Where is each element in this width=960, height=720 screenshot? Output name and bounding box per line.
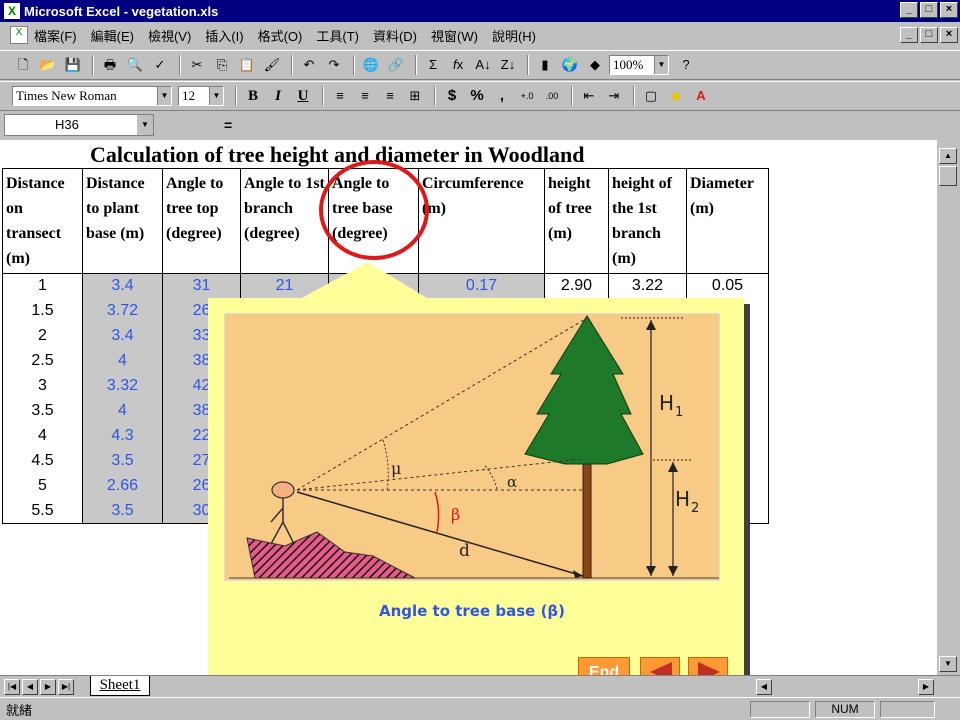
status-panel bbox=[750, 701, 810, 718]
h1-subscript: 1 bbox=[675, 405, 683, 420]
hill-shape bbox=[246, 531, 416, 579]
person-arm bbox=[270, 507, 284, 523]
scroll-right-icon[interactable]: ▶ bbox=[918, 679, 934, 695]
prev-sheet-icon[interactable]: ◀ bbox=[22, 679, 38, 695]
h2-subscript: 2 bbox=[691, 501, 699, 516]
tab-sheet1[interactable]: Sheet1 bbox=[90, 676, 150, 696]
last-sheet-icon[interactable]: ▶| bbox=[58, 679, 74, 695]
line-to-branch bbox=[296, 458, 582, 491]
person-head bbox=[271, 481, 295, 499]
scroll-left-icon[interactable]: ◀ bbox=[756, 679, 772, 695]
next-sheet-icon[interactable]: ▶ bbox=[40, 679, 56, 695]
person-leg bbox=[270, 521, 284, 545]
person-leg bbox=[282, 521, 294, 543]
h2-arrow-bottom bbox=[668, 566, 678, 576]
diagram-svg: μ α β d H 1 H 2 bbox=[229, 315, 719, 579]
callout-caption: Angle to tree base (β) bbox=[378, 602, 566, 620]
status-ready: 就緒 bbox=[6, 702, 33, 718]
h2-label: H bbox=[675, 487, 690, 511]
alpha-arc bbox=[484, 465, 498, 491]
h1-label: H bbox=[659, 391, 674, 415]
h1-arrow-bottom bbox=[646, 566, 656, 576]
mu-arc bbox=[382, 439, 389, 491]
sheet-tab-bar: |◀ ◀ ▶ ▶| Sheet1 ◀ ▶ bbox=[0, 675, 960, 697]
distance-label: d bbox=[459, 541, 470, 561]
num-lock-indicator: NUM bbox=[815, 701, 875, 718]
alpha-label: α bbox=[507, 473, 517, 491]
status-bar: 就緒 NUM bbox=[0, 697, 960, 720]
status-panel bbox=[880, 701, 935, 718]
arrow-head bbox=[573, 570, 583, 578]
first-sheet-icon[interactable]: |◀ bbox=[4, 679, 20, 695]
h2-arrow-top bbox=[668, 462, 678, 472]
beta-label: β bbox=[451, 505, 460, 524]
tree-diagram: μ α β d H 1 H 2 bbox=[224, 313, 720, 581]
mu-label: μ bbox=[391, 459, 401, 478]
tree-canopy bbox=[524, 315, 644, 465]
h1-arrow-top bbox=[646, 320, 656, 330]
beta-arc bbox=[434, 491, 440, 533]
